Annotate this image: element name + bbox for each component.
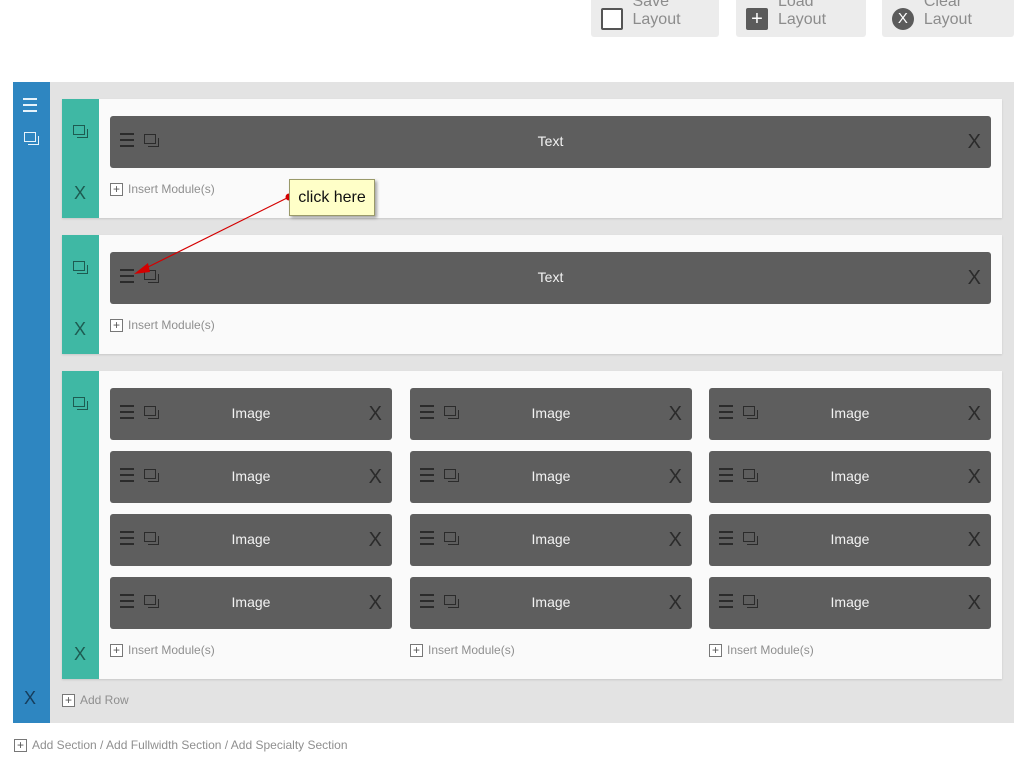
- row-2: X Text X + Insert Module(s): [62, 235, 1002, 354]
- insert-module-button[interactable]: + Insert Module(s): [110, 318, 215, 332]
- row-3: X Image X Image X Image X Image X + Insert Module…: [62, 371, 1002, 679]
- module-label: Text: [537, 133, 564, 149]
- image-module[interactable]: Image X: [110, 451, 392, 503]
- section-close-icon[interactable]: X: [24, 688, 36, 709]
- save-icon: [601, 7, 623, 30]
- row-clone-icon[interactable]: [73, 125, 88, 138]
- module-label: Image: [231, 531, 271, 547]
- insert-module-label: Insert Module(s): [128, 643, 215, 657]
- section: X X Text X + Insert Module(s) X Text X +…: [13, 82, 1014, 723]
- module-close-icon[interactable]: X: [968, 529, 981, 552]
- section-clone-icon[interactable]: [24, 132, 39, 145]
- image-module[interactable]: Image X: [110, 577, 392, 629]
- row-close-icon[interactable]: X: [74, 644, 86, 665]
- insert-module-button[interactable]: + Insert Module(s): [709, 643, 814, 657]
- insert-module-label: Insert Module(s): [128, 182, 215, 196]
- row-1: X Text X + Insert Module(s): [62, 99, 1002, 218]
- image-module[interactable]: Image X: [709, 514, 991, 566]
- row-clone-icon[interactable]: [73, 261, 88, 274]
- module-label: Image: [531, 531, 571, 547]
- module-label: Image: [830, 405, 870, 421]
- image-module[interactable]: Image X: [410, 514, 692, 566]
- add-row-button[interactable]: + Add Row: [62, 693, 129, 707]
- insert-module-label: Insert Module(s): [428, 643, 515, 657]
- row-settings-bar[interactable]: X: [62, 235, 99, 354]
- plus-icon: +: [709, 643, 722, 657]
- section-settings-bar[interactable]: X: [13, 82, 50, 723]
- plus-icon: +: [110, 318, 123, 332]
- module-label: Text: [537, 269, 564, 285]
- click-here-callout: click here: [289, 179, 375, 216]
- plus-icon: +: [14, 738, 27, 752]
- module-close-icon[interactable]: X: [968, 466, 981, 489]
- save-layout-button[interactable]: Save Layout: [591, 0, 719, 37]
- clear-layout-button[interactable]: X Clear Layout: [882, 0, 1014, 37]
- close-circle-icon: X: [892, 7, 914, 30]
- module-close-icon[interactable]: X: [369, 403, 382, 426]
- module-label: Image: [531, 468, 571, 484]
- image-module[interactable]: Image X: [410, 388, 692, 440]
- plus-icon: +: [62, 693, 75, 707]
- module-close-icon[interactable]: X: [669, 592, 682, 615]
- load-layout-label: Load Layout: [777, 0, 827, 28]
- insert-module-button[interactable]: + Insert Module(s): [110, 643, 215, 657]
- image-module[interactable]: Image X: [709, 577, 991, 629]
- section-menu-icon[interactable]: [23, 98, 37, 116]
- row-close-icon[interactable]: X: [74, 183, 86, 204]
- save-layout-label: Save Layout: [632, 0, 681, 28]
- insert-module-label: Insert Module(s): [727, 643, 814, 657]
- module-label: Image: [231, 594, 271, 610]
- image-module[interactable]: Image X: [709, 388, 991, 440]
- plus-icon: +: [410, 643, 423, 657]
- add-section-links[interactable]: + Add Section / Add Fullwidth Section / …: [14, 738, 348, 752]
- module-close-icon[interactable]: X: [669, 403, 682, 426]
- add-row-label: Add Row: [80, 693, 129, 707]
- image-module[interactable]: Image X: [410, 577, 692, 629]
- image-module[interactable]: Image X: [110, 388, 392, 440]
- module-label: Image: [830, 468, 870, 484]
- text-module[interactable]: Text X: [110, 116, 991, 168]
- row-close-icon[interactable]: X: [74, 319, 86, 340]
- module-close-icon[interactable]: X: [968, 267, 981, 290]
- add-section-label: Add Section / Add Fullwidth Section / Ad…: [32, 738, 348, 752]
- image-module[interactable]: Image X: [410, 451, 692, 503]
- module-close-icon[interactable]: X: [369, 592, 382, 615]
- insert-module-button[interactable]: + Insert Module(s): [410, 643, 515, 657]
- module-close-icon[interactable]: X: [369, 529, 382, 552]
- insert-module-label: Insert Module(s): [128, 318, 215, 332]
- module-label: Image: [830, 594, 870, 610]
- image-module[interactable]: Image X: [110, 514, 392, 566]
- row-settings-bar[interactable]: X: [62, 99, 99, 218]
- plus-icon: +: [746, 7, 768, 30]
- load-layout-button[interactable]: + Load Layout: [736, 0, 866, 37]
- module-label: Image: [531, 405, 571, 421]
- module-close-icon[interactable]: X: [669, 466, 682, 489]
- module-close-icon[interactable]: X: [369, 466, 382, 489]
- module-close-icon[interactable]: X: [968, 131, 981, 154]
- module-label: Image: [231, 405, 271, 421]
- image-module[interactable]: Image X: [709, 451, 991, 503]
- plus-icon: +: [110, 643, 123, 657]
- text-module[interactable]: Text X: [110, 252, 991, 304]
- module-label: Image: [830, 531, 870, 547]
- module-label: Image: [231, 468, 271, 484]
- module-close-icon[interactable]: X: [968, 403, 981, 426]
- module-close-icon[interactable]: X: [968, 592, 981, 615]
- clear-layout-label: Clear Layout: [923, 0, 972, 28]
- module-close-icon[interactable]: X: [669, 529, 682, 552]
- row-settings-bar[interactable]: X: [62, 371, 99, 679]
- row-clone-icon[interactable]: [73, 397, 88, 410]
- module-label: Image: [531, 594, 571, 610]
- insert-module-button[interactable]: + Insert Module(s): [110, 182, 215, 196]
- plus-icon: +: [110, 182, 123, 196]
